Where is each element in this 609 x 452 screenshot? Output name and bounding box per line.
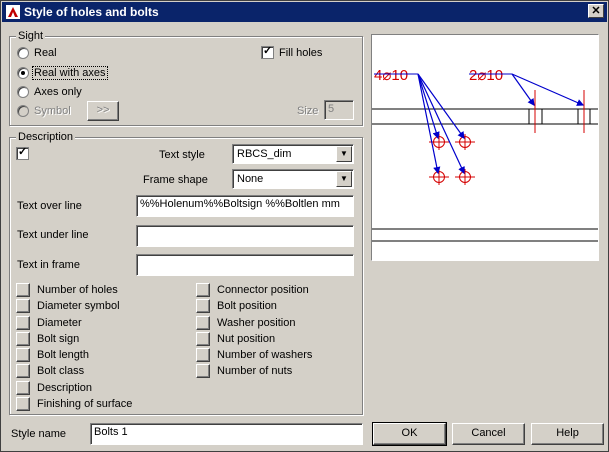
frame-shape-select[interactable]: None ▼ (232, 169, 354, 189)
text-over-line-label: Text over line (17, 200, 82, 212)
text-style-label: Text style (159, 149, 205, 161)
style-name-field[interactable]: Bolts 1 (90, 423, 363, 445)
radio-real[interactable] (17, 47, 29, 59)
radio-real-label[interactable]: Real (34, 47, 57, 59)
text-under-line-label: Text under line (17, 229, 89, 241)
insert-diameter-button[interactable] (16, 316, 30, 330)
bolt-group-label: 2⌀10 (469, 67, 503, 84)
insert-bolt-position-label: Bolt position (217, 300, 277, 312)
insert-connector-position-button[interactable] (196, 283, 210, 297)
insert-bolt-sign-button[interactable] (16, 332, 30, 346)
chevron-down-icon[interactable]: ▼ (336, 171, 352, 187)
insert-nut-position-label: Nut position (217, 333, 276, 345)
insert-diameter-symbol-label: Diameter symbol (37, 300, 120, 312)
window-title: Style of holes and bolts (24, 5, 159, 19)
insert-bolt-class-label: Bolt class (37, 365, 85, 377)
insert-bolt-class-button[interactable] (16, 364, 30, 378)
text-in-frame-label: Text in frame (17, 259, 80, 271)
description-legend: Description (16, 131, 76, 143)
preview-drawing: 4⌀10 2⌀10 (372, 67, 598, 242)
fill-holes-checkbox[interactable]: ✓ (261, 45, 274, 59)
bolt-side-view (528, 109, 591, 124)
insert-bolt-sign-label: Bolt sign (37, 333, 80, 345)
text-over-line-field[interactable]: %%Holenum%%Boltsign %%Boltlen mm (136, 195, 354, 217)
insert-number-of-nuts-label: Number of nuts (217, 365, 293, 377)
fill-holes-label[interactable]: Fill holes (279, 47, 322, 59)
chevron-down-icon[interactable]: ▼ (336, 146, 352, 162)
style-name-label: Style name (11, 428, 67, 440)
insert-nut-position-button[interactable] (196, 332, 210, 346)
insert-description-label: Description (37, 382, 93, 394)
symbol-browse-button[interactable]: >> (87, 101, 119, 121)
hole-group-label: 4⌀10 (374, 67, 408, 84)
radio-selected-dot (21, 71, 25, 75)
size-field[interactable]: 5 (324, 100, 354, 120)
insert-number-of-washers-button[interactable] (196, 348, 210, 362)
close-button[interactable]: ✕ (588, 4, 604, 18)
checkmark-icon: ✓ (18, 146, 28, 158)
size-label: Size (297, 105, 319, 117)
insert-connector-position-label: Connector position (217, 284, 309, 296)
insert-number-of-washers-label: Number of washers (217, 349, 313, 361)
style-of-holes-dialog: Style of holes and bolts ✕ Sight Real Re… (0, 0, 609, 452)
text-style-value: RBCS_dim (237, 148, 292, 160)
preview-panel: 4⌀10 2⌀10 (371, 34, 599, 261)
text-in-frame-field[interactable] (136, 254, 354, 276)
title-bar: Style of holes and bolts ✕ (2, 2, 607, 22)
hole-symbols (429, 134, 475, 185)
checkmark-icon: ✓ (263, 45, 273, 57)
beam-lines (372, 108, 598, 242)
insert-finishing-of-surface-button[interactable] (16, 397, 30, 411)
radio-symbol-label[interactable]: Symbol (34, 105, 71, 117)
insert-number-of-holes-label: Number of holes (37, 284, 118, 296)
insert-description-button[interactable] (16, 381, 30, 395)
insert-washer-position-label: Washer position (217, 317, 296, 329)
radio-axes-only-label[interactable]: Axes only (34, 86, 82, 98)
radio-real-with-axes[interactable] (17, 67, 29, 79)
frame-shape-value: None (237, 173, 264, 185)
insert-finishing-of-surface-label: Finishing of surface (37, 398, 133, 410)
text-under-line-field[interactable] (136, 225, 354, 247)
radio-axes-only[interactable] (17, 86, 29, 98)
insert-bolt-position-button[interactable] (196, 299, 210, 313)
cancel-button[interactable]: Cancel (452, 423, 525, 445)
insert-diameter-symbol-button[interactable] (16, 299, 30, 313)
sight-legend: Sight (16, 30, 46, 42)
insert-diameter-label: Diameter (37, 317, 82, 329)
insert-washer-position-button[interactable] (196, 316, 210, 330)
radio-symbol[interactable] (17, 105, 29, 117)
insert-bolt-length-button[interactable] (16, 348, 30, 362)
insert-number-of-holes-button[interactable] (16, 283, 30, 297)
frame-shape-label: Frame shape (143, 174, 208, 186)
ok-button[interactable]: OK (372, 422, 447, 446)
insert-number-of-nuts-button[interactable] (196, 364, 210, 378)
app-icon (6, 5, 20, 19)
radio-real-with-axes-label[interactable]: Real with axes (32, 66, 108, 80)
help-button[interactable]: Help (531, 423, 604, 445)
description-enable-checkbox[interactable]: ✓ (16, 146, 29, 160)
insert-bolt-length-label: Bolt length (37, 349, 89, 361)
text-style-select[interactable]: RBCS_dim ▼ (232, 144, 354, 164)
